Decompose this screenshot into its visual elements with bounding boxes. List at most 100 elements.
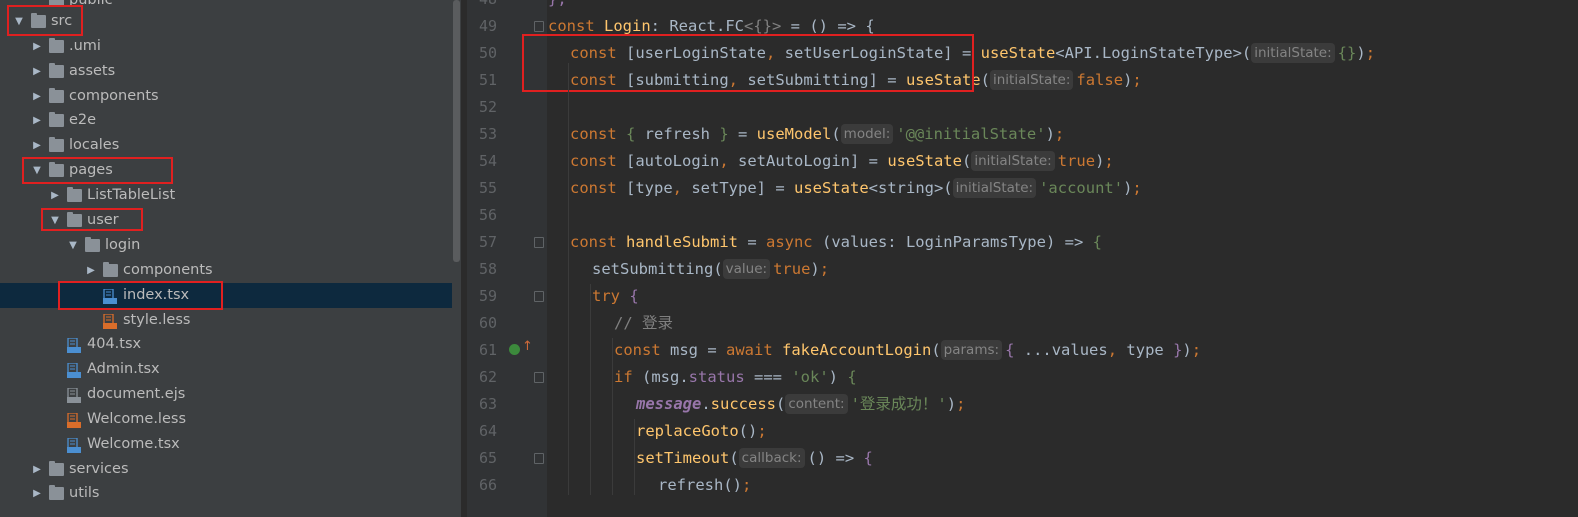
fold-marker-icon[interactable] (534, 372, 544, 383)
line-number[interactable]: 63 (467, 391, 497, 418)
line-number[interactable]: 51 (467, 67, 497, 94)
tree-item-services[interactable]: ▶ services (0, 457, 452, 482)
line-number[interactable]: 65 (467, 445, 497, 472)
tree-item-index-tsx[interactable]: index.tsx (0, 283, 452, 308)
code-token: <{}> (744, 17, 782, 35)
expanded-arrow-icon[interactable]: ▼ (32, 158, 42, 183)
tree-item-utils[interactable]: ▶ utils (0, 481, 452, 506)
line-number[interactable]: 61 (467, 337, 497, 364)
collapsed-arrow-icon[interactable]: ▶ (32, 34, 42, 59)
tree-item-umi[interactable]: ▶ .umi (0, 34, 452, 59)
code-line[interactable]: const [submitting, setSubmitting] = useS… (570, 67, 1142, 94)
collapsed-arrow-icon[interactable]: ▶ (32, 108, 42, 133)
fold-marker-icon[interactable] (534, 453, 544, 464)
tree-item-components[interactable]: ▶ components (0, 258, 452, 283)
collapsed-arrow-icon[interactable]: ▶ (32, 133, 42, 158)
line-number[interactable]: 66 (467, 472, 497, 499)
collapsed-arrow-icon[interactable]: ▶ (32, 481, 42, 506)
tree-item-admin-tsx[interactable]: Admin.tsx (0, 357, 452, 382)
line-number[interactable]: 64 (467, 418, 497, 445)
line-number[interactable]: 48 (467, 0, 497, 13)
tree-item-src[interactable]: ▼ src (0, 9, 452, 34)
tree-scrollbar[interactable] (452, 0, 461, 517)
line-number[interactable]: 54 (467, 148, 497, 175)
tree-item-label: ListTableList (87, 187, 176, 203)
code-line[interactable]: const [autoLogin, setAutoLogin] = useSta… (570, 148, 1114, 175)
line-number[interactable]: 58 (467, 256, 497, 283)
folder-icon (49, 63, 64, 78)
code-line[interactable]: if (msg.status === 'ok') { (614, 364, 857, 391)
fold-marker-icon[interactable] (534, 237, 544, 248)
code-token: success (710, 395, 776, 413)
code-line[interactable]: // 登录 (614, 310, 673, 337)
code-token: [type (626, 179, 673, 197)
line-number[interactable]: 59 (467, 283, 497, 310)
collapsed-arrow-icon[interactable]: ▶ (50, 183, 60, 208)
code-token: <string>( (868, 179, 953, 197)
line-number[interactable]: 56 (467, 202, 497, 229)
tree-item-e2e[interactable]: ▶ e2e (0, 108, 452, 133)
tree-item-components[interactable]: ▶ components (0, 84, 452, 109)
collapsed-arrow-icon[interactable]: ▶ (86, 258, 96, 283)
code-token: ; (1054, 125, 1065, 143)
line-number[interactable]: 62 (467, 364, 497, 391)
code-line[interactable]: const [userLoginState, setUserLoginState… (570, 40, 1375, 67)
tree-scrollbar-thumb[interactable] (453, 0, 460, 262)
fold-marker-icon[interactable] (534, 21, 544, 32)
parameter-hint: initialState: (952, 178, 1037, 198)
code-token: async (765, 233, 822, 251)
expanded-arrow-icon[interactable]: ▼ (68, 233, 78, 258)
tree-item-label: components (123, 262, 213, 278)
code-line[interactable]: try { (592, 283, 639, 310)
expanded-arrow-icon[interactable]: ▼ (50, 208, 60, 233)
tree-item-404-tsx[interactable]: 404.tsx (0, 332, 452, 357)
fold-marker-icon[interactable] (534, 291, 544, 302)
code-token: () (738, 422, 758, 440)
navigate-up-icon[interactable]: ↑ (522, 339, 533, 354)
tree-item-assets[interactable]: ▶ assets (0, 59, 452, 84)
collapsed-arrow-icon[interactable]: ▶ (32, 457, 42, 482)
code-token: , (672, 179, 692, 197)
code-line[interactable]: replaceGoto(); (636, 418, 767, 445)
tree-item-pages[interactable]: ▼ pages (0, 158, 452, 183)
code-line[interactable]: const handleSubmit = async (values: Logi… (570, 229, 1102, 256)
line-number[interactable]: 50 (467, 40, 497, 67)
line-number[interactable]: 49 (467, 13, 497, 40)
tree-item-welcome-less[interactable]: Welcome.less (0, 407, 452, 432)
less-file-icon (67, 412, 81, 428)
code-token: = (728, 125, 757, 143)
code-line[interactable]: setSubmitting(value: true); (592, 256, 829, 283)
line-number[interactable]: 53 (467, 121, 497, 148)
indent-guide (590, 284, 591, 495)
code-line[interactable]: refresh(); (658, 472, 751, 499)
line-number[interactable]: 57 (467, 229, 497, 256)
code-line[interactable]: setTimeout(callback:() => { (636, 445, 873, 472)
tree-item-welcome-tsx[interactable]: Welcome.tsx (0, 432, 452, 457)
code-line[interactable]: }; (548, 0, 567, 13)
tree-item-document-ejs[interactable]: document.ejs (0, 382, 452, 407)
tree-item-locales[interactable]: ▶ locales (0, 133, 452, 158)
code-token: . (701, 395, 711, 413)
line-number[interactable]: 60 (467, 310, 497, 337)
tree-item-style-less[interactable]: style.less (0, 308, 452, 333)
code-token: ( (831, 125, 841, 143)
code-line[interactable]: const msg = await fakeAccountLogin(param… (614, 337, 1201, 364)
collapsed-arrow-icon[interactable]: ▶ (32, 59, 42, 84)
code-line[interactable]: const Login: React.FC<{}> = () => { (548, 13, 875, 40)
code-token: ; (1132, 71, 1142, 89)
implementation-marker-icon[interactable] (509, 344, 520, 355)
folder-icon (49, 485, 64, 500)
tree-item-user[interactable]: ▼ user (0, 208, 452, 233)
code-line[interactable]: const [type, setType] = useState<string>… (570, 175, 1142, 202)
line-number[interactable]: 52 (467, 94, 497, 121)
tree-item-login[interactable]: ▼ login (0, 233, 452, 258)
tree-item-listtablelist[interactable]: ▶ ListTableList (0, 183, 452, 208)
collapsed-arrow-icon[interactable]: ▶ (32, 84, 42, 109)
code-line[interactable]: const { refresh } = useModel(model: '@@in… (570, 121, 1064, 148)
expanded-arrow-icon[interactable]: ▼ (14, 9, 24, 34)
line-number[interactable]: 55 (467, 175, 497, 202)
code-line[interactable]: message.success(content: '登录成功！'); (636, 391, 965, 418)
code-token: { (629, 287, 639, 305)
project-tree[interactable]: public ▼ src ▶ .umi ▶ assets ▶ components ▶ e2e ▶ lo… (0, 0, 452, 517)
parameter-hint: params: (940, 340, 1003, 360)
